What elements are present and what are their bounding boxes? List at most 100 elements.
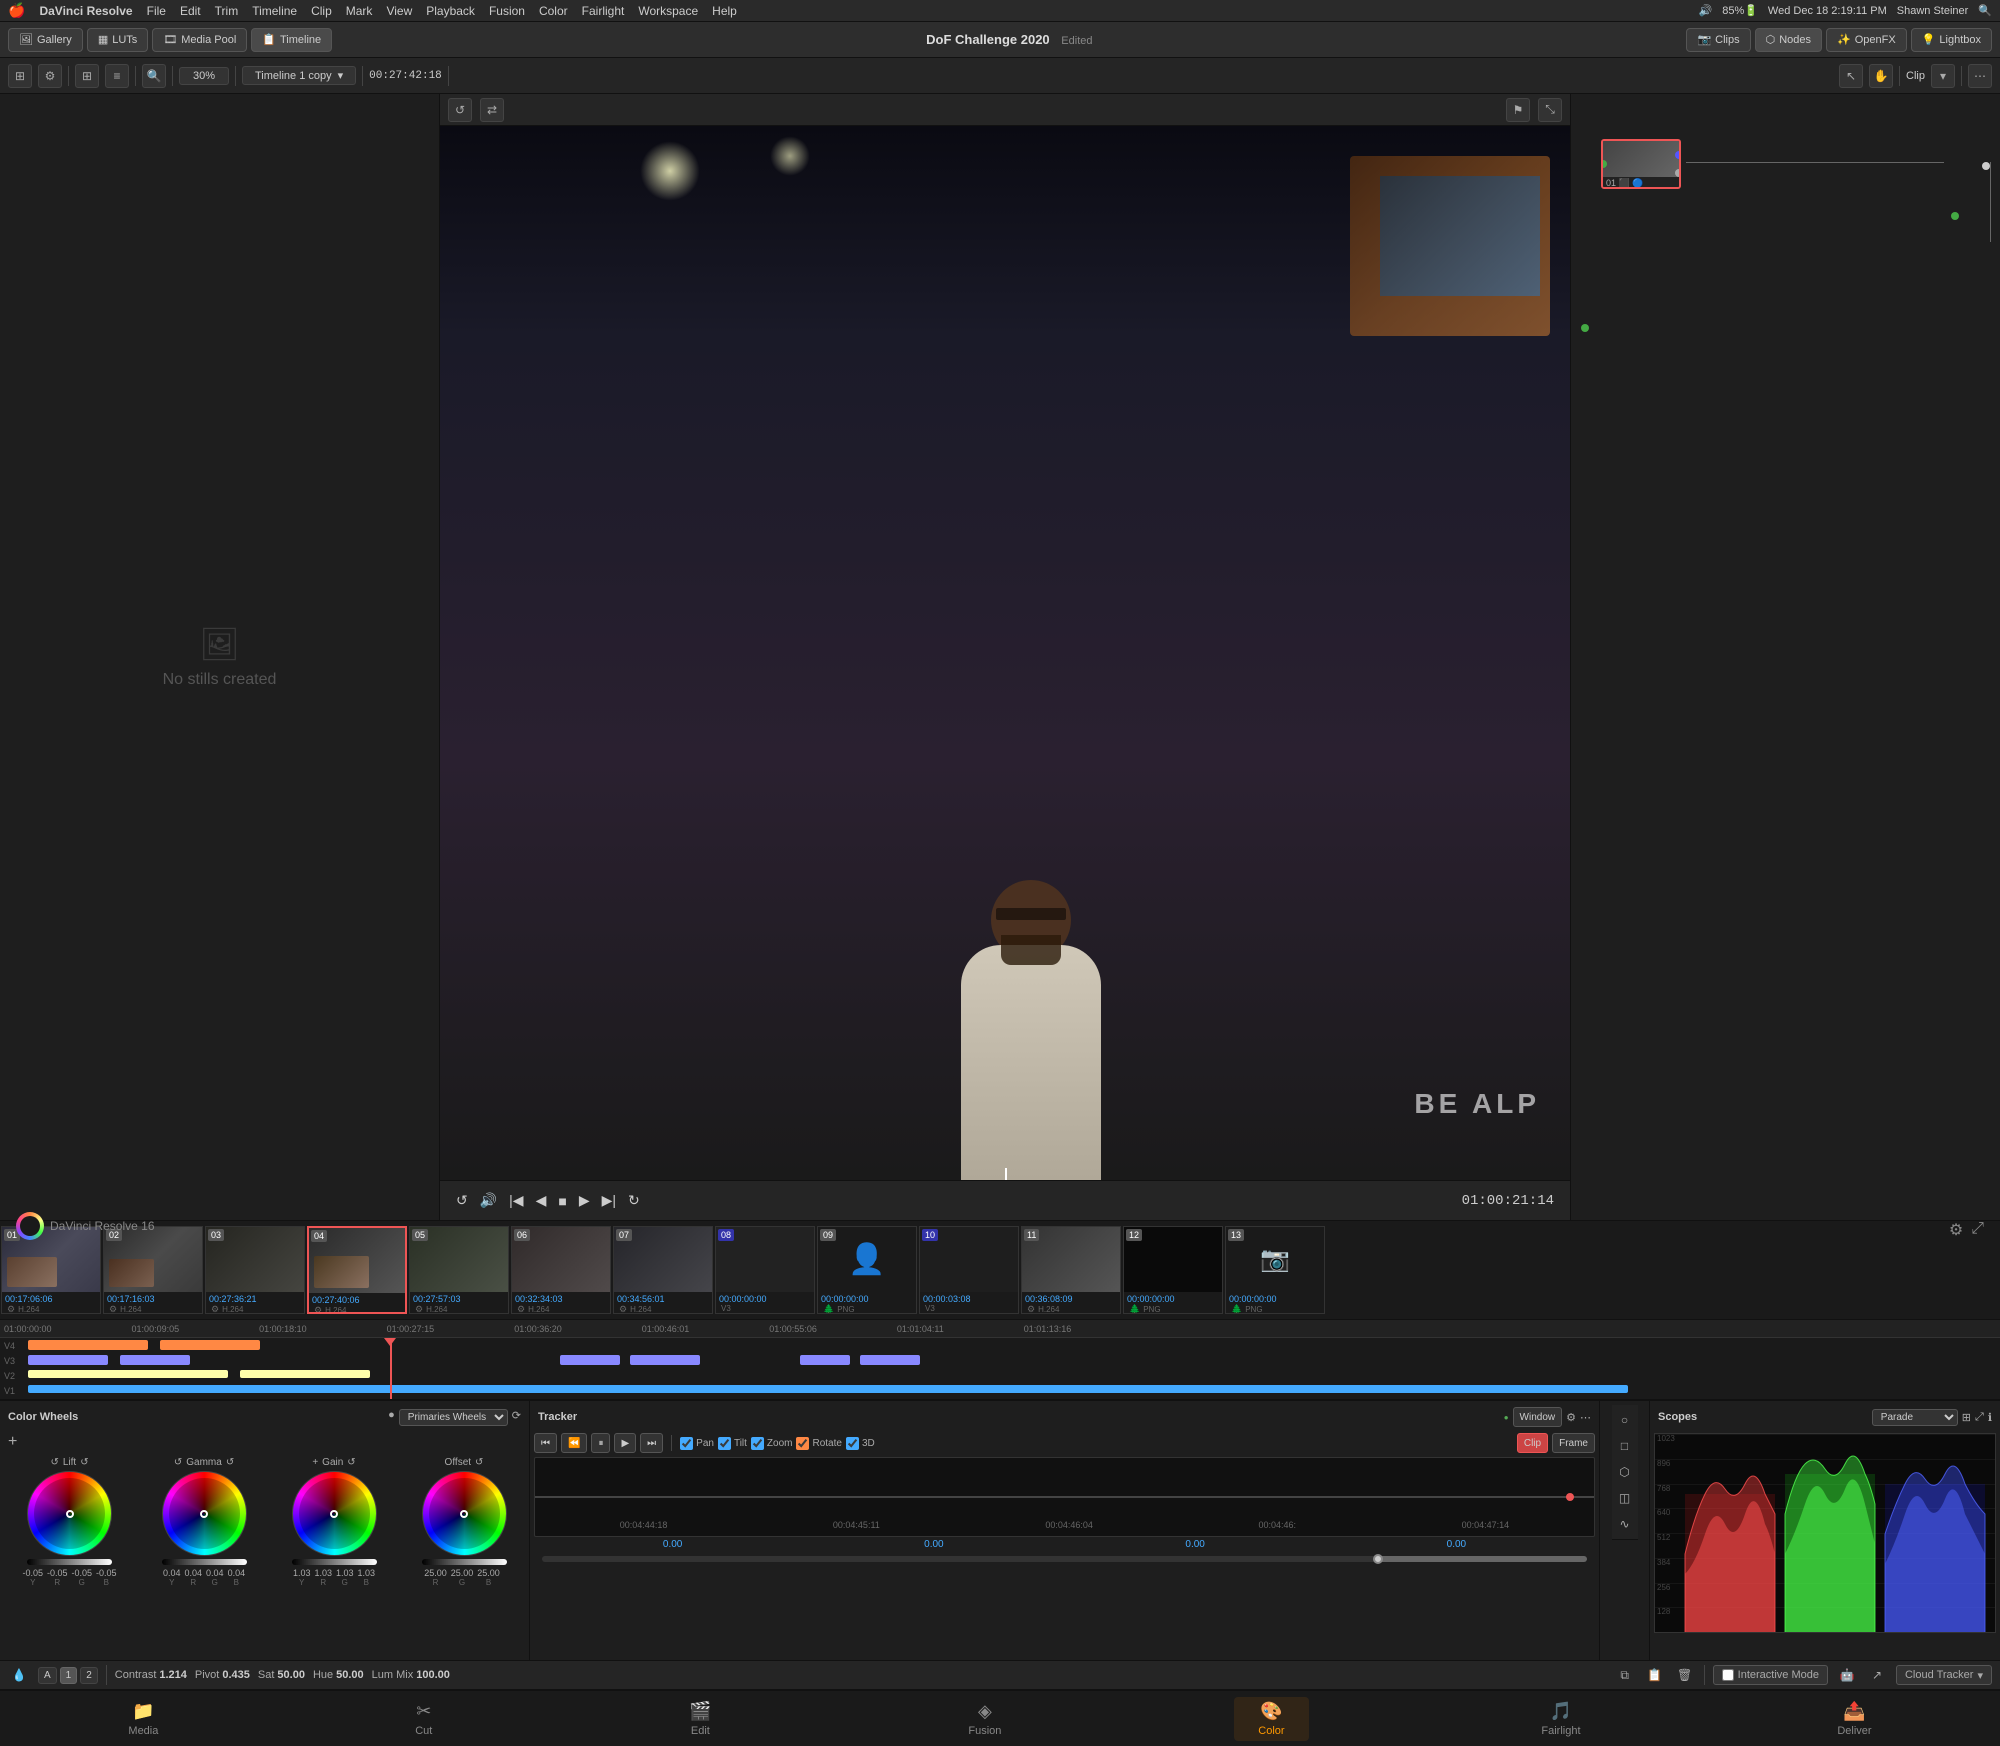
prev-frame-btn[interactable]: ◀ (536, 1192, 547, 1209)
hue-value[interactable]: Hue 50.00 (313, 1669, 364, 1681)
window-shape-poly[interactable]: ⬡ (1614, 1461, 1636, 1483)
tilt-checkbox[interactable]: Tilt (718, 1437, 747, 1450)
contrast-value[interactable]: Contrast 1.214 (115, 1669, 187, 1681)
rotate-checkbox[interactable]: Rotate (796, 1437, 841, 1450)
menu-file[interactable]: File (147, 4, 166, 18)
hand-tool[interactable]: ✋ (1869, 64, 1893, 88)
interactive-mode-checkbox[interactable] (1722, 1669, 1734, 1681)
zoom-checkbox[interactable]: Zoom (751, 1437, 793, 1450)
nodes-button[interactable]: ⬡ Nodes (1755, 28, 1822, 52)
pivot-value[interactable]: Pivot 0.435 (195, 1669, 250, 1681)
clip-item-11[interactable]: 11 00:36:08:09 ⚙H.264 (1021, 1226, 1121, 1314)
flag-2-btn[interactable]: 2 (80, 1667, 98, 1684)
gain-expand-icon[interactable]: + (312, 1457, 318, 1468)
paste-grade-btn[interactable]: 📋 (1644, 1664, 1666, 1686)
sync-icon[interactable]: ⟳ (512, 1409, 521, 1426)
tools-btn[interactable]: ⚙ (38, 64, 62, 88)
luts-button[interactable]: ▦ LUTs (87, 28, 148, 52)
nav-media[interactable]: 📁 Media (104, 1697, 182, 1741)
nav-deliver[interactable]: 📤 Deliver (1813, 1697, 1895, 1741)
menu-fairlight[interactable]: Fairlight (582, 4, 625, 18)
timeline-button[interactable]: 📋 Timeline (251, 28, 332, 52)
nav-fusion[interactable]: ◈ Fusion (944, 1697, 1025, 1741)
clip-item-10[interactable]: 10 00:00:03:08 V3 (919, 1226, 1019, 1314)
primaries-mode-select[interactable]: Primaries Wheels Log Wheels (399, 1409, 508, 1426)
offset-color-wheel[interactable] (422, 1471, 507, 1556)
scopes-expand-icon[interactable]: ⤢ (1975, 1411, 1984, 1424)
reset-icon[interactable]: ● (388, 1409, 395, 1426)
scopes-grid-icon[interactable]: ⊞ (1962, 1411, 1971, 1424)
window-btn[interactable]: Window (1513, 1407, 1563, 1427)
search-btn[interactable]: 🔍 (142, 64, 166, 88)
viewer-sync-btn[interactable]: ↺ (448, 98, 472, 122)
clip-item-07[interactable]: 07 00:34:56:01 ⚙H.264 (613, 1226, 713, 1314)
lum-mix-value[interactable]: Lum Mix 100.00 (372, 1669, 450, 1681)
fullscreen-icon[interactable]: ⤢ (1971, 1220, 1984, 1240)
menu-fusion[interactable]: Fusion (489, 4, 525, 18)
menu-trim[interactable]: Trim (215, 4, 239, 18)
nav-edit[interactable]: 🎬 Edit (665, 1697, 735, 1741)
pan-checkbox[interactable]: Pan (680, 1437, 714, 1450)
clip-mode-btn[interactable]: Clip (1517, 1433, 1548, 1453)
gain-reset-icon[interactable]: ↺ (347, 1457, 355, 1468)
flag-1-btn[interactable]: 1 (60, 1667, 78, 1684)
menu-playback[interactable]: Playback (426, 4, 475, 18)
scopes-info-icon[interactable]: ℹ (1988, 1411, 1992, 1424)
menu-timeline[interactable]: Timeline (252, 4, 297, 18)
stills-btn[interactable]: ⊞ (8, 64, 32, 88)
window-curve[interactable]: ∿ (1614, 1513, 1636, 1535)
cloud-tracker-button[interactable]: Cloud Tracker ▾ (1896, 1665, 1992, 1685)
clip-item-13[interactable]: 📷 13 00:00:00:00 🌲PNG (1225, 1226, 1325, 1314)
clips-button[interactable]: 📷 Clips (1686, 28, 1750, 52)
settings-icon[interactable]: ⚙ (1949, 1220, 1963, 1240)
tracker-pause[interactable]: ⏸ (591, 1433, 610, 1453)
gain-color-wheel[interactable] (292, 1471, 377, 1556)
interactive-mode-button[interactable]: Interactive Mode (1713, 1665, 1828, 1685)
node-01[interactable]: 01 ⬛ 🔵 (1601, 139, 1681, 189)
tracker-timeline[interactable]: 00:04:44:18 00:04:45:11 00:04:46:04 00:0… (534, 1457, 1595, 1537)
copy-grade-btn[interactable]: ⧉ (1614, 1664, 1636, 1686)
tracker-skip-end[interactable]: ⏭ (640, 1433, 663, 1453)
eyedropper-btn[interactable]: 💧 (8, 1664, 30, 1686)
cursor-tool[interactable]: ↖ (1839, 64, 1863, 88)
tracker-prev[interactable]: ⏪ (561, 1433, 587, 1453)
delete-grade-btn[interactable]: 🗑 (1674, 1664, 1696, 1686)
tracker-more-icon[interactable]: ⋯ (1580, 1411, 1591, 1424)
frame-mode-btn[interactable]: Frame (1552, 1433, 1595, 1453)
grid-btn[interactable]: ⊞ (75, 64, 99, 88)
lightbox-button[interactable]: 💡 Lightbox (1911, 28, 1992, 52)
gallery-button[interactable]: 🖼 Gallery (8, 28, 83, 52)
clip-item-03[interactable]: 03 00:27:36:21 ⚙H.264 (205, 1226, 305, 1314)
list-btn[interactable]: ≡ (105, 64, 129, 88)
flag-a-btn[interactable]: A (38, 1667, 57, 1684)
offset-reset-icon[interactable]: ↺ (475, 1457, 483, 1468)
menu-clip[interactable]: Clip (311, 4, 332, 18)
scopes-mode-select[interactable]: Parade Waveform Vectorscope (1872, 1409, 1958, 1426)
audio-btn[interactable]: 🔊 (480, 1192, 497, 1209)
menu-color[interactable]: Color (539, 4, 568, 18)
viewer-match-btn[interactable]: ⇄ (480, 98, 504, 122)
lift-color-wheel[interactable] (27, 1471, 112, 1556)
skip-forward-btn[interactable]: ▶| (602, 1192, 616, 1209)
menu-mark[interactable]: Mark (346, 4, 373, 18)
clip-item-08[interactable]: 08 00:00:00:00 V3 (715, 1226, 815, 1314)
gamma-color-wheel[interactable] (162, 1471, 247, 1556)
nav-color[interactable]: 🎨 Color (1234, 1697, 1308, 1741)
nav-fairlight[interactable]: 🎵 Fairlight (1517, 1697, 1604, 1741)
sat-value[interactable]: Sat 50.00 (258, 1669, 305, 1681)
clip-item-04[interactable]: 04 00:27:40:06 ⚙H.264 (307, 1226, 407, 1314)
nav-cut[interactable]: ✂ Cut (391, 1697, 456, 1741)
clip-dropdown[interactable]: ▾ (1931, 64, 1955, 88)
timeline-copy-display[interactable]: Timeline 1 copy ▾ (242, 66, 356, 85)
window-gradient[interactable]: ◫ (1614, 1487, 1636, 1509)
skip-back-btn[interactable]: |◀ (509, 1192, 523, 1209)
tracker-settings-icon[interactable]: ⚙ (1566, 1411, 1576, 1424)
share-icon[interactable]: ↗ (1866, 1664, 1888, 1686)
gamma-reset-icon[interactable]: ↺ (226, 1457, 234, 1468)
menu-view[interactable]: View (386, 4, 412, 18)
window-shape-circle[interactable]: ○ (1614, 1409, 1636, 1431)
menu-workspace[interactable]: Workspace (638, 4, 698, 18)
lift-reset-icon[interactable]: ↺ (50, 1457, 58, 1468)
more-options[interactable]: ⋯ (1968, 64, 1992, 88)
tracker-play[interactable]: ▶ (614, 1433, 636, 1453)
